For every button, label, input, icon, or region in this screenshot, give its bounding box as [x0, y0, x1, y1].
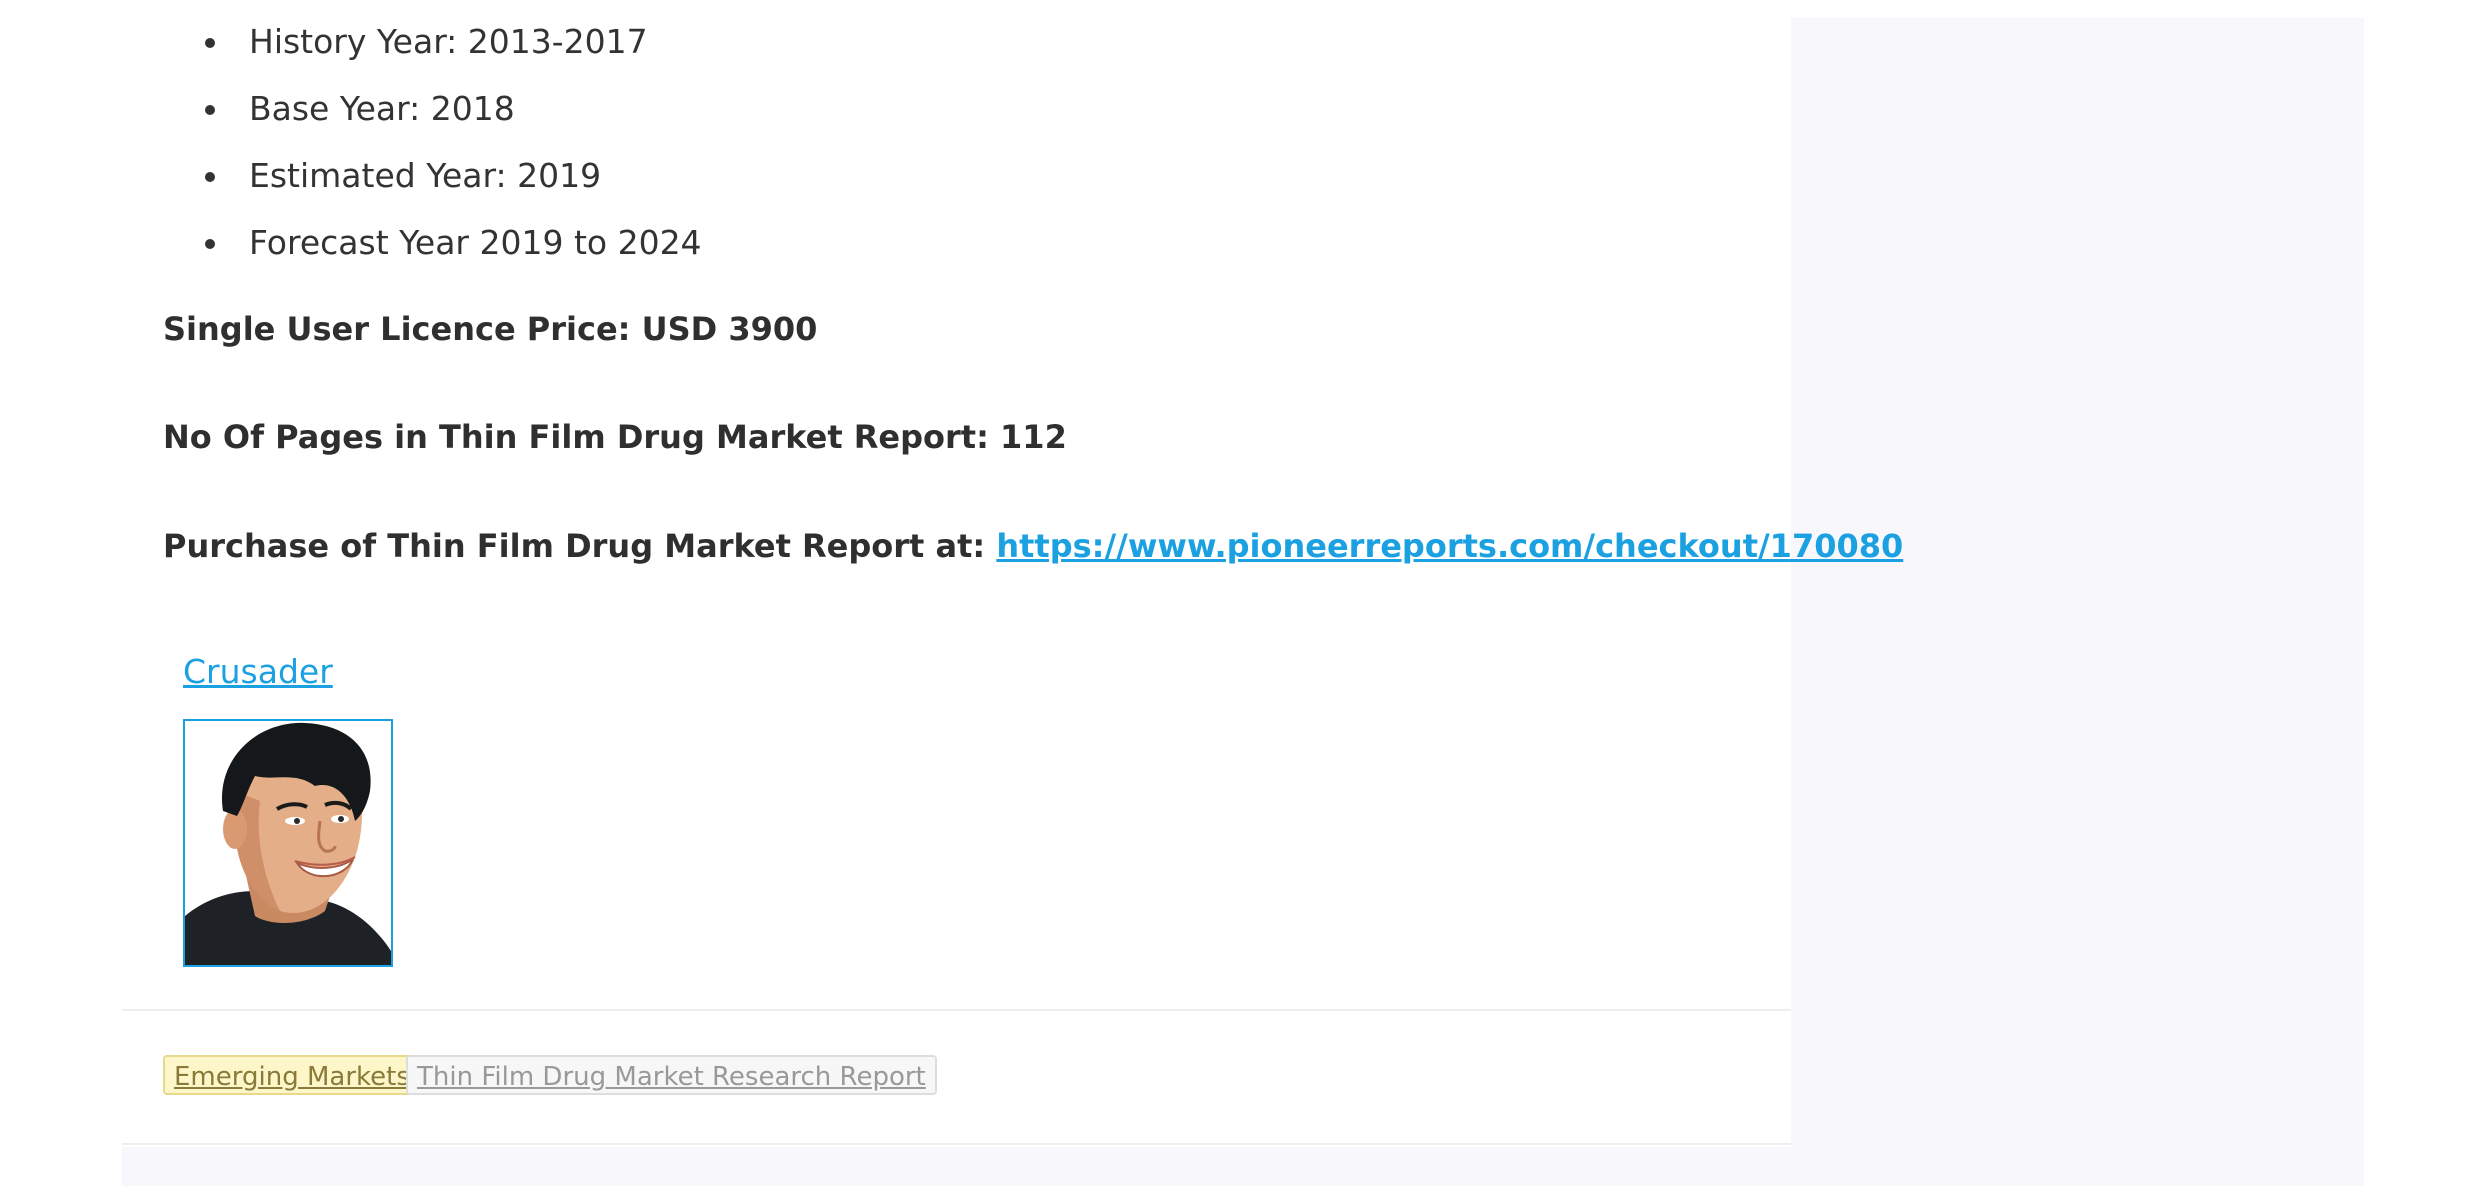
list-item-label: History Year: 2013-2017	[249, 22, 648, 61]
bullet-icon	[205, 38, 215, 48]
purchase-line: Purchase of Thin Film Drug Market Report…	[163, 527, 1903, 565]
list-item-label: Forecast Year 2019 to 2024	[249, 223, 702, 262]
price-line: Single User Licence Price: USD 3900	[163, 310, 818, 348]
article-body: History Year: 2013-2017 Base Year: 2018 …	[122, 0, 1903, 1145]
author-name-link[interactable]: Crusader	[183, 652, 333, 691]
tag-emerging-markets[interactable]: Emerging Markets	[163, 1055, 421, 1095]
author-avatar[interactable]	[183, 719, 393, 967]
list-item: History Year: 2013-2017	[122, 8, 702, 75]
list-item: Estimated Year: 2019	[122, 142, 702, 209]
list-item: Forecast Year 2019 to 2024	[122, 209, 702, 276]
bullet-icon	[205, 172, 215, 182]
bullet-icon	[205, 105, 215, 115]
page: History Year: 2013-2017 Base Year: 2018 …	[0, 0, 2479, 1186]
list-item-label: Estimated Year: 2019	[249, 156, 602, 195]
tags-bar: Emerging Markets Thin Film Drug Market R…	[122, 1009, 1791, 1145]
sidebar	[1791, 18, 2364, 1186]
bullet-icon	[205, 239, 215, 249]
cartoon-man-avatar-icon	[185, 721, 391, 965]
purchase-label: Purchase of Thin Film Drug Market Report…	[163, 527, 997, 565]
checkout-link[interactable]: https://www.pioneerreports.com/checkout/…	[996, 527, 1903, 565]
tag-thin-film-drug-report[interactable]: Thin Film Drug Market Research Report	[406, 1055, 937, 1095]
pages-line: No Of Pages in Thin Film Drug Market Rep…	[163, 418, 1067, 456]
list-item: Base Year: 2018	[122, 75, 702, 142]
list-item-label: Base Year: 2018	[249, 89, 515, 128]
report-years-list: History Year: 2013-2017 Base Year: 2018 …	[122, 8, 702, 276]
